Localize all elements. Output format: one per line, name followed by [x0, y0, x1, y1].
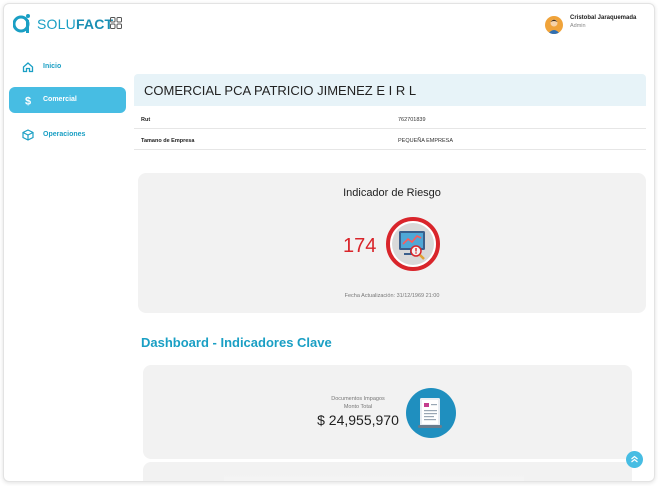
risk-title: Indicador de Riesgo [343, 187, 441, 199]
apps-grid-icon[interactable] [110, 17, 122, 29]
risk-indicator-card: Indicador de Riesgo 174 Fecha Actualizac… [138, 173, 646, 313]
sidebar-item-inicio[interactable]: Inicio [9, 54, 126, 80]
user-role: Admin [570, 23, 586, 29]
brand-name-part2: FACT [75, 16, 114, 32]
scroll-to-top-button[interactable] [626, 451, 643, 468]
kpi-amount: $ 24,955,970 [317, 412, 399, 428]
info-row-tamano: Tamano de Empresa PEQUEÑA EMPRESA [134, 133, 646, 150]
sidebar-item-label: Operaciones [43, 131, 86, 138]
solufact-logo-icon [13, 14, 30, 33]
app-window: SOLUFACT Cristobal Jaraquemada Admin Ini… [3, 3, 655, 482]
info-row-rut: Rut 762701839 [134, 112, 646, 129]
avatar-person-icon [548, 19, 560, 34]
dollar-icon: $ [25, 96, 31, 107]
sidebar-item-operaciones[interactable]: Operaciones [9, 122, 126, 148]
info-key: Tamano de Empresa [141, 138, 195, 144]
brand-name[interactable]: SOLUFACT [37, 16, 113, 32]
top-header: SOLUFACT Cristobal Jaraquemada Admin [4, 4, 654, 44]
kpi-sublabel: Monto Total [343, 404, 373, 410]
user-avatar[interactable] [545, 16, 563, 34]
sidebar-item-label: Inicio [43, 63, 62, 70]
home-icon [22, 62, 34, 73]
svg-text:$: $ [25, 96, 31, 107]
dashboard-title: Dashboard - Indicadores Clave [141, 335, 332, 350]
info-value: 762701839 [398, 117, 426, 123]
risk-updated-date: Fecha Actualización: 31/12/1969 21:00 [344, 293, 440, 299]
risk-monitor-icon [386, 217, 440, 271]
company-header: COMERCIAL PCA PATRICIO JIMENEZ E I R L [134, 74, 646, 106]
box-icon [22, 129, 34, 141]
company-name: COMERCIAL PCA PATRICIO JIMENEZ E I R L [144, 83, 417, 98]
info-key: Rut [141, 117, 151, 123]
kpi-card-unpaid-documents: Documentos Impagos Monto Total $ 24,955,… [143, 365, 632, 459]
brand-name-part1: SOLU [37, 16, 76, 32]
user-name[interactable]: Cristobal Jaraquemada [570, 15, 636, 21]
sidebar-item-comercial[interactable]: $ Comercial [9, 87, 126, 113]
document-icon [406, 388, 456, 438]
sidebar: Inicio $ Comercial Operaciones [4, 49, 131, 479]
risk-value: 174 [343, 235, 377, 257]
kpi-label: Documentos Impagos [331, 396, 385, 402]
double-chevron-up-icon [631, 455, 638, 463]
info-value: PEQUEÑA EMPRESA [398, 138, 454, 144]
bottom-fade [224, 474, 524, 481]
sidebar-item-label: Comercial [43, 96, 77, 103]
